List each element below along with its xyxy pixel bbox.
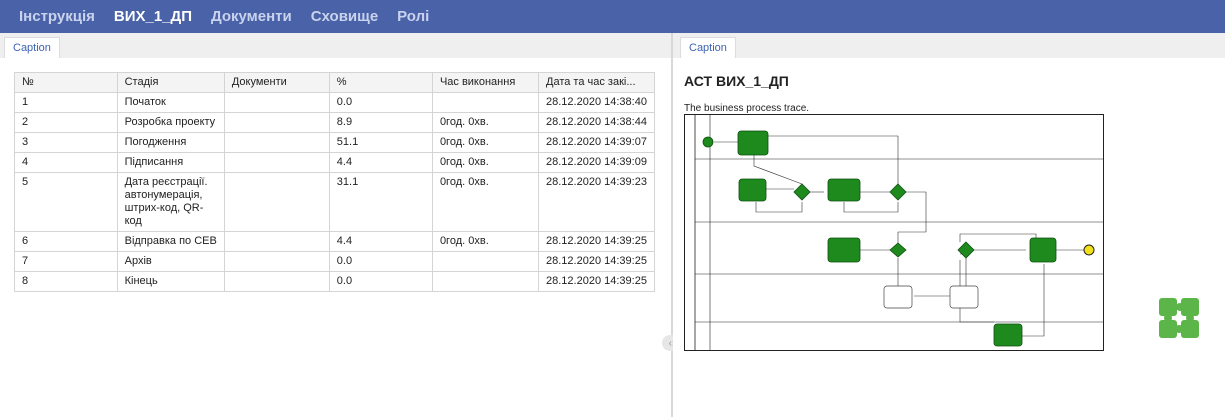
table-row[interactable]: 8 Кінець 0.0 28.12.2020 14:39:25 bbox=[14, 271, 655, 292]
cell-duration: 0год. 0хв. bbox=[431, 112, 540, 133]
cell-percent: 8.9 bbox=[328, 112, 433, 133]
column-header-documents[interactable]: Документи bbox=[223, 72, 330, 93]
cell-completed-at: 28.12.2020 14:39:25 bbox=[538, 271, 655, 292]
cell-percent: 31.1 bbox=[328, 172, 433, 232]
column-header-completed-at[interactable]: Дата та час закі... bbox=[538, 72, 655, 93]
cell-number: 8 bbox=[14, 271, 118, 292]
cell-completed-at: 28.12.2020 14:39:07 bbox=[538, 132, 655, 153]
cell-number: 3 bbox=[14, 132, 118, 153]
column-header-percent[interactable]: % bbox=[328, 72, 433, 93]
process-caption: The business process trace. bbox=[684, 103, 810, 114]
cell-stage: Підписання bbox=[116, 152, 225, 173]
cell-duration bbox=[431, 251, 540, 272]
cell-documents bbox=[223, 112, 330, 133]
cell-documents bbox=[223, 251, 330, 272]
column-header-stage[interactable]: Стадія bbox=[116, 72, 225, 93]
table-row[interactable]: 3 Погодження 51.1 0год. 0хв. 28.12.2020 … bbox=[14, 132, 655, 153]
left-pane: Caption № Стадія Документи % Час виконан… bbox=[0, 33, 671, 417]
cell-duration: 0год. 0хв. bbox=[431, 231, 540, 252]
table-row[interactable]: 1 Початок 0.0 28.12.2020 14:38:40 bbox=[14, 92, 655, 113]
table-header-row: № Стадія Документи % Час виконання Дата … bbox=[14, 72, 655, 93]
cell-duration bbox=[431, 92, 540, 113]
cell-completed-at: 28.12.2020 14:38:40 bbox=[538, 92, 655, 113]
cell-documents bbox=[223, 231, 330, 252]
process-title: АСТ ВИХ_1_ДП bbox=[684, 73, 789, 89]
cell-documents bbox=[223, 132, 330, 153]
column-header-number[interactable]: № bbox=[14, 72, 118, 93]
bpmn-process-diagram bbox=[684, 114, 1104, 351]
cell-stage: Початок bbox=[116, 92, 225, 113]
nav-item-vyh-1-dp[interactable]: ВИХ_1_ДП bbox=[114, 8, 192, 25]
table-row[interactable]: 6 Відправка по СЕВ 4.4 0год. 0хв. 28.12.… bbox=[14, 231, 655, 252]
nav-item-instruction[interactable]: Інструкція bbox=[19, 8, 95, 25]
right-pane: Caption АСТ ВИХ_1_ДП The business proces… bbox=[673, 33, 1225, 417]
cell-stage: Відправка по СЕВ bbox=[116, 231, 225, 252]
cell-documents bbox=[223, 271, 330, 292]
cell-completed-at: 28.12.2020 14:39:09 bbox=[538, 152, 655, 173]
stages-table: № Стадія Документи % Час виконання Дата … bbox=[14, 72, 655, 292]
cell-percent: 0.0 bbox=[328, 271, 433, 292]
cell-percent: 0.0 bbox=[328, 251, 433, 272]
cell-number: 2 bbox=[14, 112, 118, 133]
puzzle-logo-icon bbox=[1159, 298, 1199, 338]
tab-caption-left[interactable]: Caption bbox=[4, 37, 60, 58]
cell-percent: 51.1 bbox=[328, 132, 433, 153]
cell-percent: 4.4 bbox=[328, 231, 433, 252]
column-header-duration[interactable]: Час виконання bbox=[431, 72, 540, 93]
cell-number: 5 bbox=[14, 172, 118, 232]
nav-item-storage[interactable]: Сховище bbox=[311, 8, 378, 25]
cell-completed-at: 28.12.2020 14:38:44 bbox=[538, 112, 655, 133]
right-tab-bar: Caption bbox=[673, 33, 1225, 58]
cell-stage: Кінець bbox=[116, 271, 225, 292]
cell-duration: 0год. 0хв. bbox=[431, 132, 540, 153]
cell-documents bbox=[223, 172, 330, 232]
tab-caption-right[interactable]: Caption bbox=[680, 37, 736, 58]
table-row[interactable]: 4 Підписання 4.4 0год. 0хв. 28.12.2020 1… bbox=[14, 152, 655, 173]
cell-completed-at: 28.12.2020 14:39:25 bbox=[538, 231, 655, 252]
cell-completed-at: 28.12.2020 14:39:25 bbox=[538, 251, 655, 272]
cell-documents bbox=[223, 152, 330, 173]
cell-number: 1 bbox=[14, 92, 118, 113]
cell-stage: Архів bbox=[116, 251, 225, 272]
table-row[interactable]: 7 Архів 0.0 28.12.2020 14:39:25 bbox=[14, 251, 655, 272]
nav-item-roles[interactable]: Ролі bbox=[397, 8, 429, 25]
left-tab-bar: Caption bbox=[0, 33, 671, 58]
table-row[interactable]: 2 Розробка проекту 8.9 0год. 0хв. 28.12.… bbox=[14, 112, 655, 133]
cell-percent: 0.0 bbox=[328, 92, 433, 113]
cell-percent: 4.4 bbox=[328, 152, 433, 173]
top-navigation: Інструкція ВИХ_1_ДП Документи Сховище Ро… bbox=[0, 0, 1225, 33]
table-row[interactable]: 5 Дата реєстрації. автонумерація, штрих-… bbox=[14, 172, 655, 232]
cell-stage: Розробка проекту bbox=[116, 112, 225, 133]
cell-stage: Дата реєстрації. автонумерація, штрих-ко… bbox=[116, 172, 225, 232]
cell-number: 4 bbox=[14, 152, 118, 173]
cell-number: 7 bbox=[14, 251, 118, 272]
cell-documents bbox=[223, 92, 330, 113]
cell-duration: 0год. 0хв. bbox=[431, 152, 540, 173]
cell-duration: 0год. 0хв. bbox=[431, 172, 540, 232]
cell-duration bbox=[431, 271, 540, 292]
cell-completed-at: 28.12.2020 14:39:23 bbox=[538, 172, 655, 232]
cell-stage: Погодження bbox=[116, 132, 225, 153]
nav-item-documents[interactable]: Документи bbox=[211, 8, 292, 25]
cell-number: 6 bbox=[14, 231, 118, 252]
